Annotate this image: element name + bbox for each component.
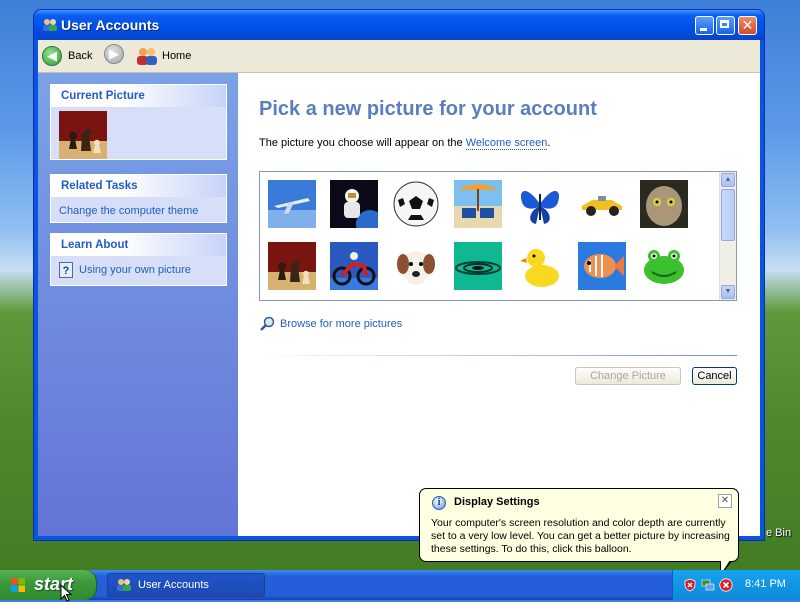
toolbar: ◀ Back ▶ Home	[38, 40, 760, 73]
learn-about-panel: Learn About ? Using your own picture	[50, 233, 227, 286]
change-theme-link[interactable]: Change the computer theme	[59, 201, 218, 221]
title-bar[interactable]: User Accounts ✕	[34, 10, 764, 40]
clock: 8:41 PM	[745, 578, 786, 590]
own-picture-help-link[interactable]: ? Using your own picture	[59, 260, 218, 280]
taskbar-user-accounts-label: User Accounts	[138, 579, 209, 591]
security-shield-icon[interactable]	[683, 578, 697, 592]
balloon-message: Your computer's screen resolution and co…	[431, 517, 730, 555]
description-prefix: The picture you choose will appear on th…	[259, 137, 466, 149]
related-tasks-header: Related Tasks	[51, 175, 226, 197]
content-area: Current Picture Related Tasks Change the…	[38, 73, 760, 536]
picture-duck[interactable]	[516, 242, 564, 290]
picture-airplane[interactable]	[268, 180, 316, 228]
minimize-icon	[696, 17, 713, 34]
browse-pictures-link[interactable]: Browse for more pictures	[259, 316, 402, 332]
back-button[interactable]: ◀ Back	[42, 44, 92, 68]
picture-dog[interactable]	[392, 242, 440, 290]
user-accounts-icon	[43, 19, 57, 31]
change-theme-label: Change the computer theme	[59, 205, 199, 217]
display-settings-balloon[interactable]: i Display Settings ✕ Your computer's scr…	[419, 488, 739, 562]
separator	[259, 355, 737, 356]
welcome-screen-link[interactable]: Welcome screen	[465, 137, 548, 150]
windows-logo-icon	[11, 578, 25, 592]
svg-text:?: ?	[63, 265, 70, 277]
current-picture-image	[59, 111, 107, 159]
magnifier-icon	[260, 316, 275, 331]
page-title: Pick a new picture for your account	[259, 98, 597, 120]
maximize-icon	[717, 17, 734, 34]
back-arrow-icon: ◀	[42, 46, 62, 66]
scroll-up-arrow-icon[interactable]: ▲	[721, 173, 735, 187]
picture-car[interactable]	[578, 180, 626, 228]
cancel-button[interactable]: Cancel	[692, 367, 737, 385]
home-users-icon	[137, 48, 157, 65]
picture-list[interactable]: ▲ ▼	[259, 171, 737, 301]
home-label: Home	[162, 50, 192, 62]
back-label: Back	[68, 50, 93, 62]
current-picture-header: Current Picture	[51, 85, 226, 107]
related-tasks-panel: Related Tasks Change the computer theme	[50, 174, 227, 223]
current-picture-panel: Current Picture	[50, 84, 227, 160]
balloon-close-icon[interactable]: ✕	[718, 494, 732, 508]
picture-dirt-bike[interactable]	[330, 242, 378, 290]
picture-list-scrollbar[interactable]: ▲ ▼	[719, 172, 736, 300]
balloon-title: Display Settings	[454, 496, 540, 508]
picture-soccer-ball[interactable]	[392, 180, 440, 228]
picture-description: The picture you choose will appear on th…	[259, 137, 551, 150]
forward-button[interactable]: ▶	[104, 44, 124, 64]
network-icon[interactable]	[701, 578, 715, 592]
home-button[interactable]: Home	[136, 44, 191, 68]
minimize-button[interactable]	[695, 16, 714, 35]
forward-arrow-icon: ▶	[104, 44, 124, 64]
own-picture-help-label: Using your own picture	[79, 264, 191, 276]
taskbar-user-accounts[interactable]: User Accounts	[107, 573, 265, 597]
picture-fish[interactable]	[578, 242, 626, 290]
main-panel: Pick a new picture for your account The …	[238, 73, 760, 536]
change-picture-button[interactable]: Change Picture	[575, 367, 681, 385]
close-icon: ✕	[741, 17, 754, 33]
user-accounts-window: User Accounts ✕ ◀ Back ▶ Home Current Pi…	[34, 10, 764, 540]
learn-about-header: Learn About	[51, 234, 226, 256]
scroll-thumb[interactable]	[721, 189, 735, 241]
picture-astronaut[interactable]	[330, 180, 378, 228]
task-pane: Current Picture Related Tasks Change the…	[38, 73, 238, 536]
error-icon[interactable]	[719, 578, 733, 592]
learn-about-list: ? Using your own picture	[51, 256, 226, 284]
info-icon: i	[432, 496, 446, 510]
picture-beach-chairs[interactable]	[454, 180, 502, 228]
close-button[interactable]: ✕	[738, 16, 757, 35]
related-tasks-list: Change the computer theme	[51, 197, 226, 225]
maximize-button[interactable]	[716, 16, 735, 35]
start-button[interactable]: start	[0, 570, 97, 600]
scroll-down-arrow-icon[interactable]: ▼	[721, 285, 735, 299]
picture-butterfly[interactable]	[516, 180, 564, 228]
picture-chess[interactable]	[268, 242, 316, 290]
system-tray: 8:41 PM	[672, 570, 800, 600]
picture-cat[interactable]	[640, 180, 688, 228]
user-accounts-task-icon	[117, 579, 131, 591]
taskbar: start User Accounts 8:41 PM	[0, 570, 800, 600]
mouse-cursor-icon	[60, 584, 72, 602]
help-icon: ?	[59, 262, 73, 278]
window-title: User Accounts	[61, 17, 160, 33]
picture-drip[interactable]	[454, 242, 502, 290]
picture-frog[interactable]	[640, 242, 688, 290]
description-suffix: .	[547, 137, 551, 149]
recycle-bin-label[interactable]: e Bin	[766, 527, 791, 539]
browse-pictures-label: Browse for more pictures	[280, 318, 403, 330]
